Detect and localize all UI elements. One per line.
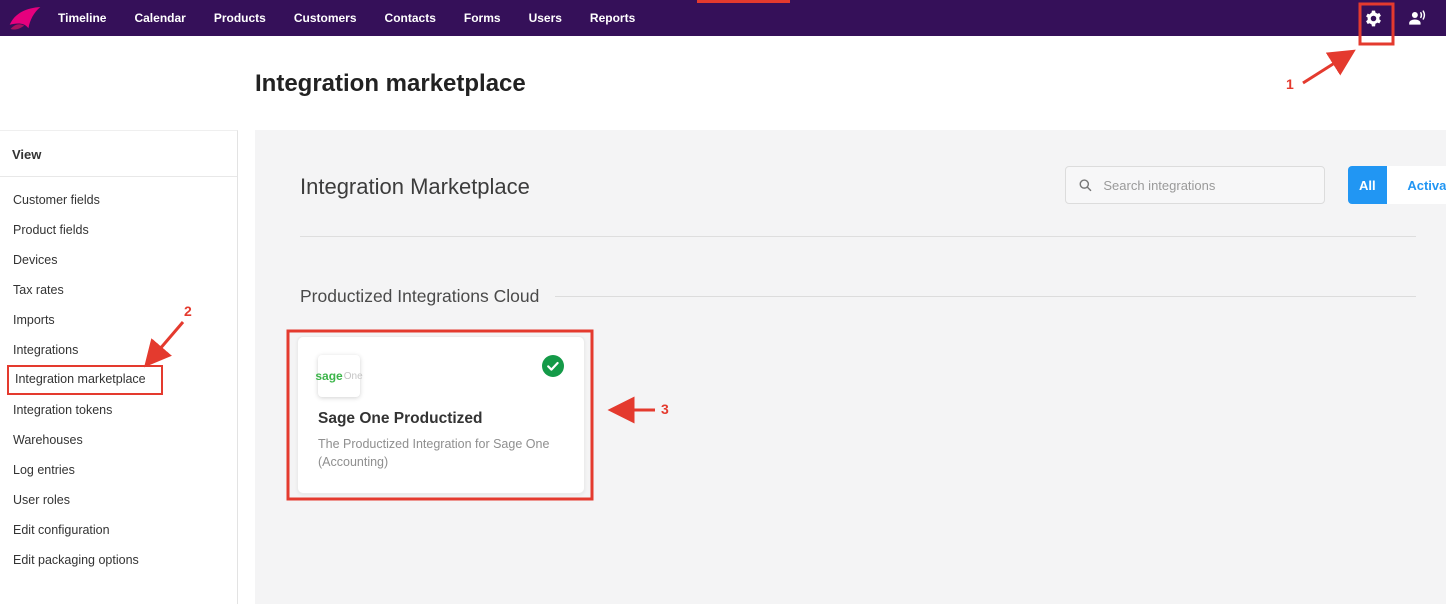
sidebar-item[interactable]: Log entries [0, 455, 237, 485]
nav-item[interactable]: Timeline [58, 11, 106, 25]
nav-item[interactable]: Reports [590, 11, 635, 25]
page-header: Integration marketplace [0, 36, 1446, 130]
sidebar-item[interactable]: Integration marketplace [0, 365, 237, 395]
sidebar-item-label: Customer fields [13, 193, 100, 207]
sidebar-item-label: Integrations [13, 343, 78, 357]
nav-item-label: Forms [464, 11, 501, 25]
sidebar-item-label: Warehouses [13, 433, 83, 447]
card-title: Sage One Productized [318, 410, 564, 428]
card-description: The Productized Integration for Sage One… [318, 435, 558, 471]
integration-card-sage-one[interactable]: sageOne Sage One Productized The Product… [297, 336, 585, 494]
settings-gear-icon[interactable] [1362, 7, 1384, 29]
bird-logo-icon [8, 4, 42, 32]
section-title: Productized Integrations Cloud [300, 286, 539, 307]
nav-item-label: Calendar [134, 11, 185, 25]
sidebar-menu: Customer fields Product fields Devices T… [0, 185, 237, 575]
nav-menu: Timeline Calendar Products Customers Con… [46, 11, 635, 25]
sidebar-item[interactable]: Tax rates [0, 275, 237, 305]
sidebar-item-label: Edit configuration [13, 523, 110, 537]
search-icon [1078, 177, 1092, 193]
section-row: Productized Integrations Cloud [300, 286, 1416, 307]
app-logo[interactable] [0, 4, 46, 32]
nav-item[interactable]: Contacts [385, 11, 436, 25]
sidebar-item-label: Tax rates [13, 283, 64, 297]
sidebar-item-label: Log entries [13, 463, 75, 477]
sidebar-item[interactable]: Edit configuration [0, 515, 237, 545]
sidebar-item[interactable]: Integrations [0, 335, 237, 365]
nav-item[interactable]: Users [529, 11, 562, 25]
sidebar-item[interactable]: Integration tokens [0, 395, 237, 425]
sidebar-item[interactable]: Devices [0, 245, 237, 275]
sidebar-item[interactable]: Imports [0, 305, 237, 335]
sidebar-item-label: Devices [13, 253, 57, 267]
sage-logo-text: sage [315, 369, 342, 383]
activated-check-icon [542, 355, 564, 377]
sidebar-item[interactable]: Warehouses [0, 425, 237, 455]
one-logo-text: One [344, 371, 363, 382]
nav-right-icons [1362, 7, 1446, 29]
support-voice-icon[interactable] [1406, 7, 1428, 29]
section-divider-line [555, 296, 1416, 297]
main-content: Integration Marketplace All Activated Pr… [255, 130, 1446, 604]
sidebar-item-label: Product fields [13, 223, 89, 237]
nav-item[interactable]: Forms [464, 11, 501, 25]
marketplace-heading: Integration Marketplace [300, 174, 530, 200]
search-input[interactable] [1101, 177, 1312, 194]
sidebar-item-label: Integration marketplace [7, 365, 163, 395]
sidebar-item-label: Imports [13, 313, 55, 327]
sidebar-item[interactable]: Edit packaging options [0, 545, 237, 575]
sidebar-item-label: Integration tokens [13, 403, 112, 417]
nav-item-label: Reports [590, 11, 635, 25]
filter-all-button[interactable]: All [1348, 166, 1387, 204]
sidebar-item-label: User roles [13, 493, 70, 507]
nav-item[interactable]: Customers [294, 11, 357, 25]
nav-item[interactable]: Calendar [134, 11, 185, 25]
app-window: Timeline Calendar Products Customers Con… [0, 0, 1446, 604]
nav-item-label: Products [214, 11, 266, 25]
sidebar-item-label: Edit packaging options [13, 553, 139, 567]
settings-sidebar: View Customer fields Product fields Devi… [0, 130, 238, 604]
sidebar-item[interactable]: User roles [0, 485, 237, 515]
nav-item-label: Users [529, 11, 562, 25]
nav-item-label: Contacts [385, 11, 436, 25]
sidebar-section-title: View [0, 131, 237, 177]
page-title: Integration marketplace [255, 70, 526, 98]
nav-item-label: Timeline [58, 11, 106, 25]
card-top-row: sageOne [318, 355, 564, 397]
sage-one-logo: sageOne [318, 355, 360, 397]
filter-activated-button[interactable]: Activated [1387, 166, 1446, 204]
header-divider [300, 236, 1416, 237]
search-box[interactable] [1065, 166, 1325, 204]
sidebar-item[interactable]: Customer fields [0, 185, 237, 215]
nav-item-label: Customers [294, 11, 357, 25]
filter-toggle: All Activated [1348, 166, 1446, 204]
sidebar-item[interactable]: Product fields [0, 215, 237, 245]
nav-item[interactable]: Products [214, 11, 266, 25]
top-nav: Timeline Calendar Products Customers Con… [0, 0, 1446, 36]
